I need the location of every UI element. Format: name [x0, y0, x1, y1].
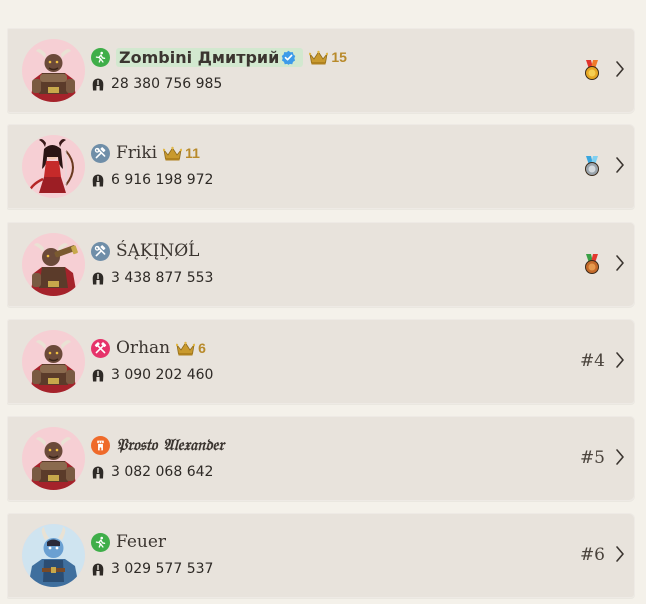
avatar-image: [30, 49, 77, 102]
rank-number: #5: [579, 448, 605, 468]
avatar-image: [26, 139, 74, 196]
crown-icon: [309, 50, 329, 64]
crown-badge: 6: [176, 340, 206, 356]
player-name: 𝔓𝔯𝔬𝔰𝔱𝔬 𝔄𝔩𝔢𝔵𝔞𝔫𝔡𝔢𝔯: [116, 435, 225, 454]
player-name: Zombini Дмитрий: [116, 47, 304, 67]
avatar-image: [30, 243, 78, 296]
bronze-medal-icon: [585, 254, 599, 274]
leaderboard-row[interactable]: ŚĄĶĮŅØĹ 3 438 877 553: [7, 222, 635, 307]
leaderboard-row[interactable]: Orhan 6 3 090 202 460 #4: [7, 319, 635, 404]
crown-badge: 11: [163, 145, 200, 161]
player-name: ŚĄĶĮŅØĹ: [116, 241, 200, 261]
player-avatar[interactable]: [22, 233, 85, 296]
leaderboard-row[interactable]: Zombini Дмитрий 15 28 380 756 985: [7, 28, 635, 113]
chevron-right-icon[interactable]: [615, 60, 625, 78]
helmet-icon: [92, 563, 104, 575]
player-name-row: Orhan 6: [91, 336, 206, 360]
player-name-text: Zombini Дмитрий: [119, 47, 280, 67]
power-row: 6 916 198 972: [92, 172, 213, 188]
chevron-right-icon[interactable]: [615, 545, 625, 563]
avatar-image: [30, 340, 77, 393]
power-row: 3 029 577 537: [92, 561, 213, 577]
crown-level: 11: [185, 145, 200, 161]
crown-level: 15: [331, 49, 347, 65]
player-avatar[interactable]: [22, 427, 85, 490]
player-name-row: ŚĄĶĮŅØĹ: [91, 239, 199, 263]
chevron-right-icon[interactable]: [615, 156, 625, 174]
crown-level: 6: [198, 340, 206, 356]
helmet-icon: [92, 369, 104, 381]
player-name-row: Feuer: [91, 530, 166, 554]
power-row: 28 380 756 985: [92, 76, 222, 92]
verified-badge-icon: [282, 50, 296, 65]
player-name-row: Zombini Дмитрий 15: [91, 45, 347, 69]
leaderboard-row[interactable]: Friki 11 6 916 198 972: [7, 124, 635, 209]
player-avatar[interactable]: [22, 524, 85, 587]
player-name: Friki: [116, 143, 158, 163]
player-name-row: 𝔓𝔯𝔬𝔰𝔱𝔬 𝔄𝔩𝔢𝔵𝔞𝔫𝔡𝔢𝔯: [91, 433, 224, 457]
power-value: 3 090 202 460: [111, 367, 214, 383]
crown-badge: 15: [309, 49, 347, 65]
crown-icon: [176, 341, 196, 355]
silver-medal-icon: [585, 156, 599, 176]
tools-icon: [91, 143, 110, 163]
tools-icon: [91, 241, 110, 261]
crossed-hammers-icon: [91, 338, 110, 358]
power-value: 3 438 877 553: [111, 270, 214, 286]
chevron-right-icon[interactable]: [615, 254, 625, 272]
power-row: 3 082 068 642: [92, 464, 213, 480]
player-name-row: Friki 11: [91, 141, 200, 165]
power-value: 6 916 198 972: [111, 172, 214, 188]
helmet-icon: [92, 174, 104, 186]
power-value: 28 380 756 985: [111, 76, 223, 92]
helmet-icon: [92, 272, 104, 284]
chevron-right-icon[interactable]: [615, 351, 625, 369]
chevron-right-icon[interactable]: [615, 448, 625, 466]
power-row: 3 090 202 460: [92, 367, 213, 383]
avatar-image: [22, 524, 85, 587]
player-avatar[interactable]: [22, 330, 85, 393]
archer-icon: [91, 532, 110, 552]
avatar-image: [30, 437, 77, 490]
crown-icon: [163, 146, 183, 160]
archer-icon: [91, 47, 110, 67]
player-name: Feuer: [116, 532, 167, 552]
player-name: Orhan: [116, 338, 171, 358]
player-avatar[interactable]: [22, 39, 85, 102]
helmet-icon: [92, 466, 104, 478]
rank-number: #4: [579, 351, 605, 371]
leaderboard-row[interactable]: Feuer 3 029 577 537 #6: [7, 513, 635, 598]
tower-icon: [91, 435, 110, 455]
gold-medal-icon: [585, 60, 599, 80]
power-row: 3 438 877 553: [92, 270, 213, 286]
player-avatar[interactable]: [22, 135, 85, 198]
helmet-icon: [92, 78, 104, 90]
rank-number: #6: [579, 545, 605, 565]
leaderboard-row[interactable]: 𝔓𝔯𝔬𝔰𝔱𝔬 𝔄𝔩𝔢𝔵𝔞𝔫𝔡𝔢𝔯 3 082 068 642 #5: [7, 416, 635, 501]
power-value: 3 082 068 642: [111, 464, 214, 480]
power-value: 3 029 577 537: [111, 561, 214, 577]
